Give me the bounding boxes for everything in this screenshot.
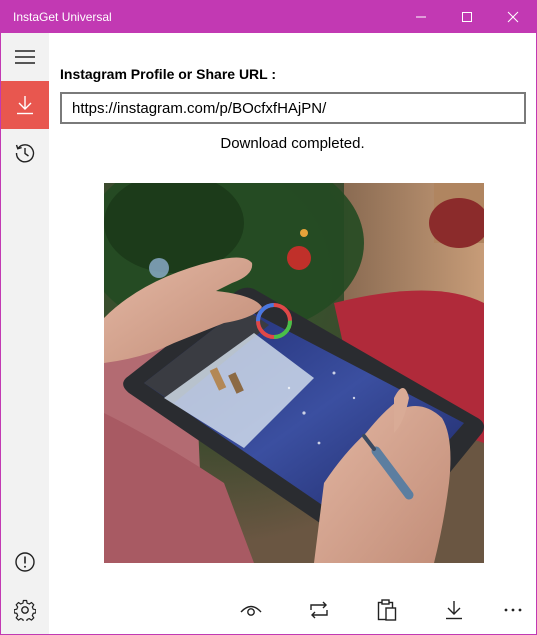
window-title: InstaGet Universal bbox=[13, 10, 112, 24]
title-bar: InstaGet Universal bbox=[1, 1, 536, 33]
minimize-icon bbox=[416, 16, 426, 18]
more-icon bbox=[504, 608, 522, 612]
download-icon bbox=[446, 601, 462, 620]
downloaded-image-preview bbox=[104, 183, 484, 563]
status-message: Download completed. bbox=[220, 135, 365, 152]
gear-icon bbox=[14, 599, 36, 621]
eye-icon bbox=[240, 605, 262, 616]
sidebar-item-history[interactable] bbox=[1, 129, 49, 177]
hamburger-menu-button[interactable] bbox=[1, 33, 49, 81]
more-button[interactable] bbox=[489, 586, 536, 634]
minimize-button[interactable] bbox=[398, 1, 444, 33]
sidebar bbox=[1, 33, 49, 634]
photo-illustration bbox=[104, 183, 484, 563]
repost-icon bbox=[310, 601, 328, 619]
maximize-button[interactable] bbox=[444, 1, 490, 33]
sidebar-item-settings[interactable] bbox=[1, 586, 49, 634]
close-button[interactable] bbox=[490, 1, 536, 33]
close-icon bbox=[507, 11, 519, 23]
paste-button[interactable] bbox=[363, 586, 411, 634]
download-icon bbox=[17, 96, 33, 115]
app-window: InstaGet Universal Instagram Profile or … bbox=[0, 0, 537, 635]
sidebar-item-download[interactable] bbox=[1, 81, 49, 129]
sidebar-item-about[interactable] bbox=[1, 538, 49, 586]
maximize-icon bbox=[462, 12, 472, 22]
url-input[interactable] bbox=[60, 92, 526, 124]
url-label: Instagram Profile or Share URL : bbox=[60, 66, 277, 82]
history-icon bbox=[15, 144, 35, 163]
info-icon bbox=[15, 552, 35, 572]
hamburger-menu-icon bbox=[15, 50, 35, 64]
save-button[interactable] bbox=[430, 586, 478, 634]
main-content: Instagram Profile or Share URL : Downloa… bbox=[49, 33, 536, 634]
repost-button[interactable] bbox=[295, 586, 343, 634]
command-bar bbox=[49, 586, 536, 634]
view-button[interactable] bbox=[227, 586, 275, 634]
clipboard-paste-icon bbox=[377, 599, 397, 621]
